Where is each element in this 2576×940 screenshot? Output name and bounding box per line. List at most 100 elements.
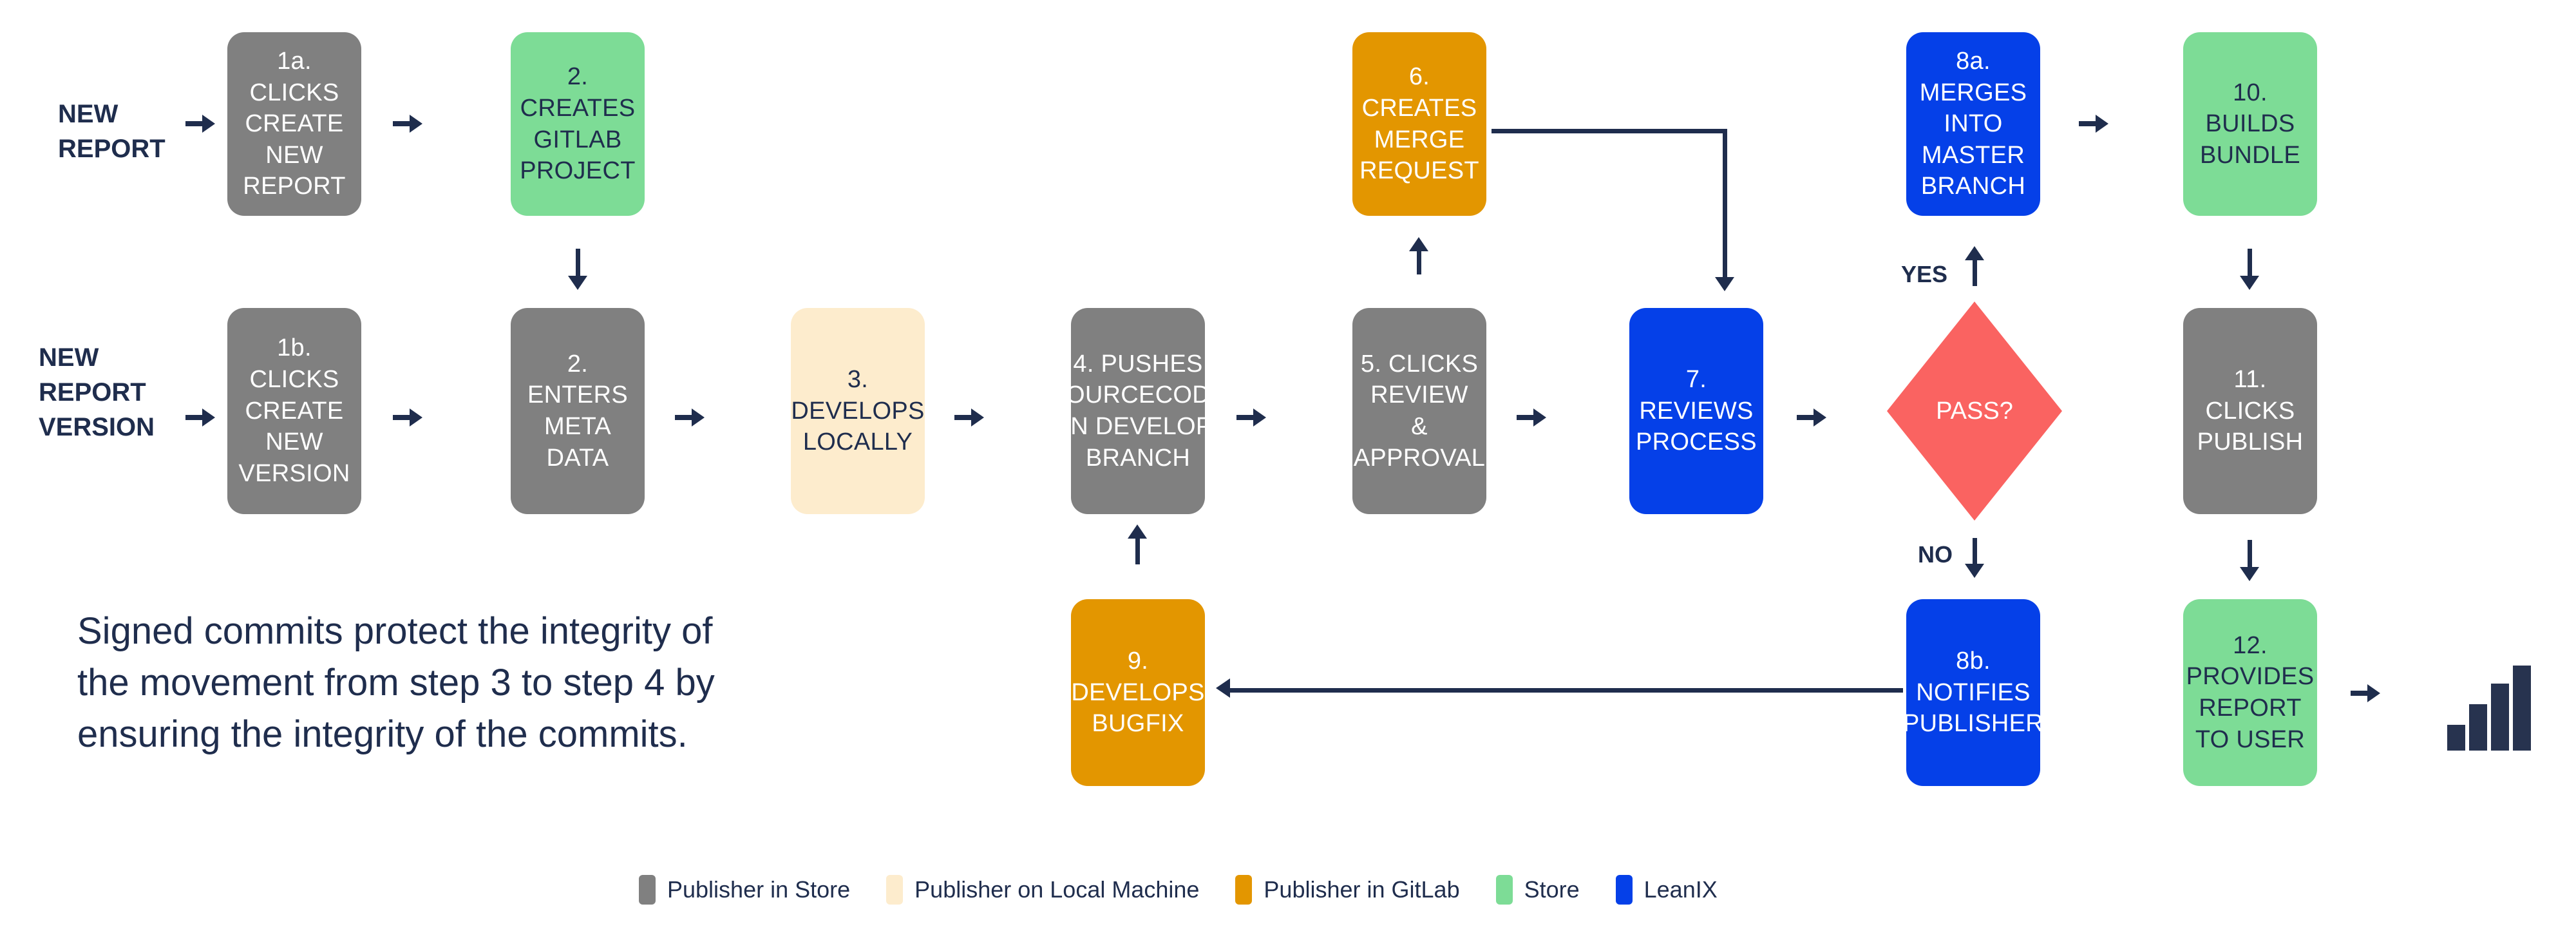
node-step-3-line1: 3. DEVELOPS [791, 366, 925, 425]
entry-new-version-line3: VERSION [39, 413, 155, 441]
arrow-step-6-to-step-7-head [1715, 277, 1734, 291]
node-step-1b-line3: VERSION [238, 459, 350, 487]
legend-swatch-store [1495, 875, 1513, 905]
decision-pass-label: PASS? [1936, 397, 2013, 425]
node-step-2-top-line1: 2. CREATES [520, 63, 636, 122]
note-line2: the movement from step 3 to step 4 by [77, 662, 715, 704]
node-step-1a-line3: REPORT [243, 173, 346, 200]
arrow-step-2-to-step-3 [675, 408, 705, 427]
node-step-4-line2: SOURCECODE [1049, 381, 1227, 409]
node-step-8b-line1: 8b. NOTIFIES [1916, 647, 2031, 706]
node-step-6-line1: 6. CREATES [1361, 63, 1477, 122]
node-step-1b[interactable]: 1b. CLICKS CREATE NEW VERSION [227, 308, 361, 514]
arrow-entry-version-to-step-1b [185, 408, 215, 427]
node-step-4-line3: IN DEVELOP [1063, 413, 1213, 440]
entry-new-version-line1: NEW [39, 343, 99, 372]
node-step-12[interactable]: 12. PROVIDES REPORT TO USER [2183, 599, 2317, 786]
node-step-8a-line1: 8a. MERGES [1919, 47, 2027, 106]
node-step-9-line1: 9. DEVELOPS [1071, 647, 1205, 706]
node-step-11-line2: PUBLISH [2197, 428, 2304, 456]
node-step-7[interactable]: 7. REVIEWS PROCESS [1629, 308, 1763, 514]
legend-item-store: Store [1495, 875, 1580, 905]
entry-label-new-report: NEW REPORT [58, 97, 206, 166]
arrow-step-8b-to-step-9-line [1230, 688, 1903, 693]
arrow-decision-yes-head [1965, 246, 1984, 260]
legend-swatch-publisher-in-gitlab [1235, 875, 1253, 905]
entry-new-version-line2: REPORT [39, 378, 146, 407]
node-step-10[interactable]: 10. BUILDS BUNDLE [2183, 32, 2317, 216]
flowchart-canvas: NEW REPORT NEW REPORT VERSION 1a. CLICKS… [0, 0, 2576, 940]
arrow-step-2-top-to-step-1b-head [568, 276, 587, 290]
node-step-7-line1: 7. REVIEWS [1639, 366, 1754, 425]
arrow-step-1b-to-step-2 [393, 408, 422, 427]
arrow-step-10-to-step-11-line [2248, 249, 2252, 277]
arrow-step-4-to-step-5 [1236, 408, 1266, 427]
entry-new-report-line1: NEW [58, 100, 118, 128]
node-step-8a[interactable]: 8a. MERGES INTO MASTER BRANCH [1906, 32, 2040, 216]
node-step-3-line2: LOCALLY [802, 428, 913, 456]
node-step-8a-line2: INTO MASTER [1921, 110, 2025, 169]
node-step-2-top-line2: GITLAB [533, 126, 622, 153]
node-step-10-line1: 10. BUILDS [2205, 79, 2295, 138]
node-step-8a-line3: BRANCH [1920, 173, 2026, 200]
node-step-4-line4: BRANCH [1085, 444, 1191, 472]
entry-new-report-line2: REPORT [58, 135, 166, 163]
arrow-step-9-to-step-4-head [1128, 524, 1147, 539]
node-step-5[interactable]: 5. CLICKS REVIEW & APPROVAL [1352, 308, 1486, 514]
node-step-8b-line2: PUBLISHER [1902, 710, 2044, 738]
node-step-12-line3: TO USER [2195, 725, 2306, 753]
arrow-step-8a-to-step-10 [2079, 115, 2108, 133]
arrow-step-11-to-step-12-line [2248, 540, 2252, 568]
legend-swatch-leanix [1615, 875, 1633, 905]
legend-label-leanix: LeanIX [1643, 876, 1718, 903]
arrow-step-12-to-chart [2351, 684, 2380, 702]
node-step-1b-line2: CREATE NEW [245, 397, 344, 456]
node-step-11[interactable]: 11. CLICKS PUBLISH [2183, 308, 2317, 514]
arrow-decision-no-line [1973, 538, 1977, 566]
node-step-6-line3: REQUEST [1359, 157, 1479, 185]
node-step-9[interactable]: 9. DEVELOPS BUGFIX [1071, 599, 1205, 786]
node-step-4-line1: 4. PUSHES [1073, 350, 1203, 378]
node-step-1b-line1: 1b. CLICKS [249, 334, 339, 394]
node-step-2-top[interactable]: 2. CREATES GITLAB PROJECT [511, 32, 645, 216]
arrow-entry-to-step-1a [185, 115, 215, 133]
legend-label-publisher-in-store: Publisher in Store [667, 876, 851, 903]
branch-label-yes: YES [1901, 261, 1948, 287]
arrow-step-6-to-step-7-hline [1492, 129, 1727, 133]
node-step-7-line2: PROCESS [1636, 428, 1757, 456]
arrow-step-5-to-step-6-head [1409, 237, 1428, 251]
node-step-5-line2: REVIEW [1370, 381, 1468, 409]
legend-swatch-publisher-in-store [639, 875, 656, 905]
note-line1: Signed commits protect the integrity of [77, 610, 713, 652]
legend-item-publisher-on-local-machine: Publisher on Local Machine [886, 875, 1199, 905]
arrow-step-3-to-step-4 [954, 408, 984, 427]
arrow-decision-no-head [1965, 564, 1984, 578]
arrow-step-8b-to-step-9-head [1216, 678, 1230, 698]
node-step-8b[interactable]: 8b. NOTIFIES PUBLISHER [1902, 599, 2044, 786]
node-step-2-line1: 2. ENTERS [527, 350, 628, 409]
node-step-5-line1: 5. CLICKS [1360, 350, 1479, 378]
node-step-1a[interactable]: 1a. CLICKS CREATE NEW REPORT [227, 32, 361, 216]
branch-label-no: NO [1918, 541, 1953, 568]
node-step-2-top-line3: PROJECT [520, 157, 636, 185]
node-step-2[interactable]: 2. ENTERS META DATA [511, 308, 645, 514]
node-step-4[interactable]: 4. PUSHES SOURCECODE IN DEVELOP BRANCH [1049, 308, 1226, 514]
node-step-2-line2: META DATA [544, 413, 611, 472]
legend-item-publisher-in-store: Publisher in Store [639, 875, 850, 905]
node-step-12-line2: REPORT [2199, 695, 2302, 722]
bar-chart-icon [2447, 660, 2531, 751]
node-step-1a-line1: 1a. CLICKS [249, 47, 339, 106]
node-step-10-line2: BUNDLE [2200, 141, 2300, 169]
node-step-6[interactable]: 6. CREATES MERGE REQUEST [1352, 32, 1486, 216]
arrow-step-5-to-step-7 [1517, 408, 1546, 427]
node-step-3[interactable]: 3. DEVELOPS LOCALLY [791, 308, 925, 514]
arrow-step-2-top-to-step-1b-line [576, 249, 580, 277]
legend-item-leanix: LeanIX [1615, 875, 1718, 905]
decision-pass[interactable]: PASS? [1887, 302, 2062, 521]
arrow-step-7-to-decision [1797, 408, 1826, 427]
arrow-step-6-to-step-7-vline [1723, 129, 1727, 281]
node-step-1a-line2: CREATE NEW [245, 110, 344, 169]
note-line3: ensuring the integrity of the commits. [77, 713, 688, 756]
node-step-9-line2: BUGFIX [1092, 710, 1184, 738]
legend: Publisher in Store Publisher on Local Ma… [639, 875, 1718, 905]
